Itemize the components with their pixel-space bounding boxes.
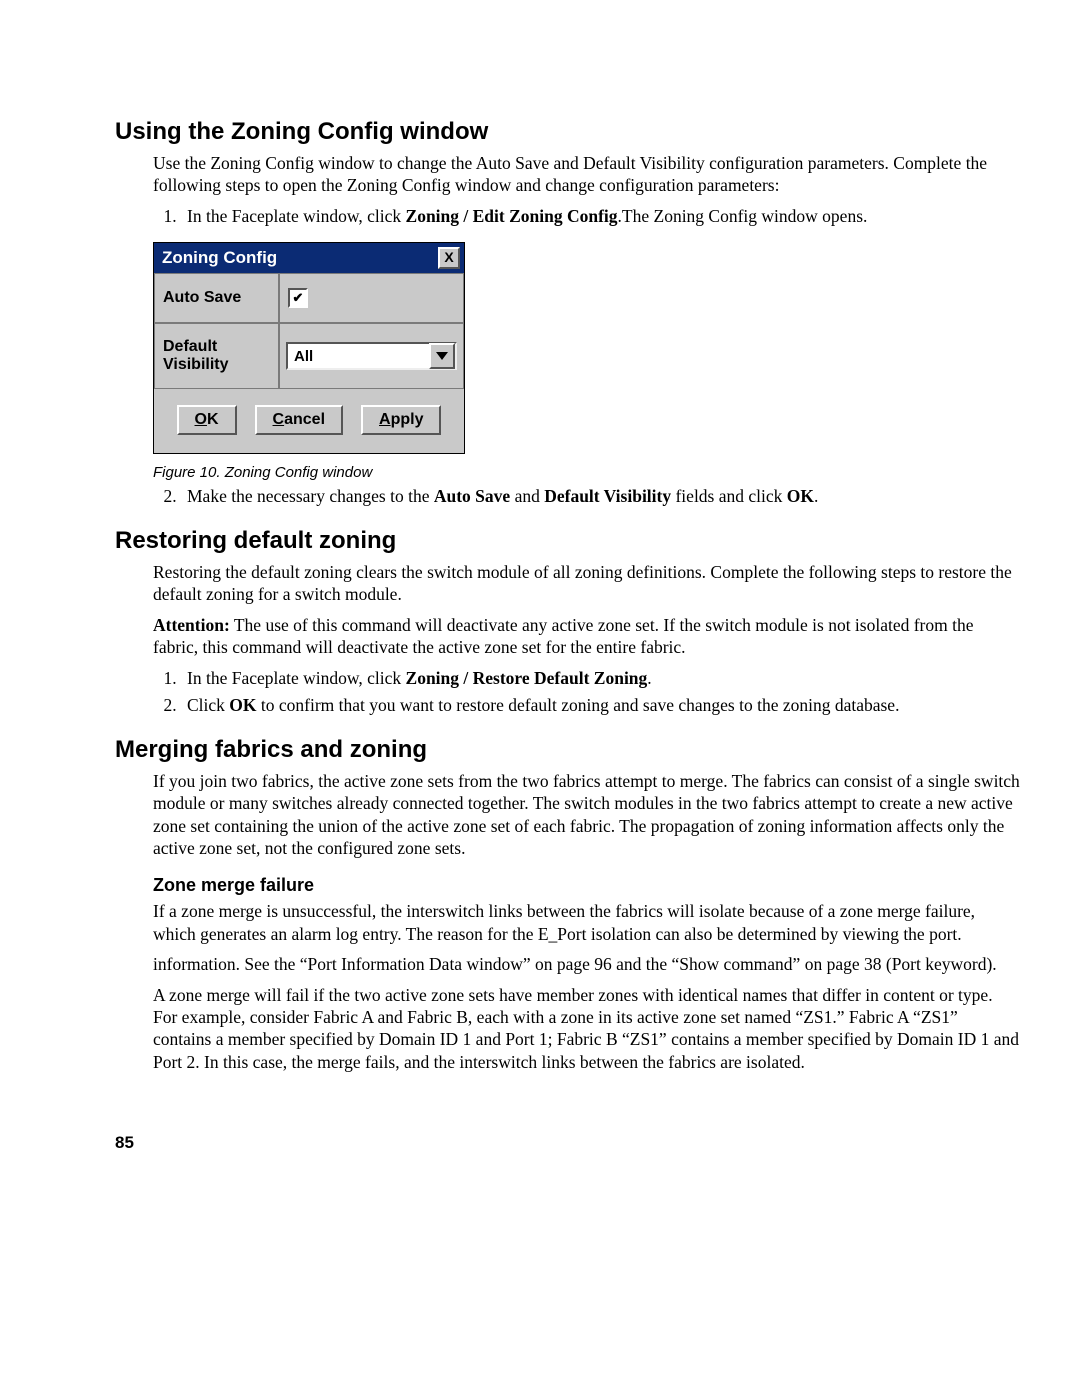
restore-step-2b: OK <box>229 695 256 715</box>
default-visibility-value: All <box>294 348 313 365</box>
dialog-grid: Auto Save ✔ Default Visibility All <box>154 273 464 389</box>
steps-open-zoning-config: In the Faceplate window, click Zoning / … <box>153 205 1020 229</box>
heading-restoring-default-zoning: Restoring default zoning <box>115 527 1020 555</box>
heading-using-zoning-config: Using the Zoning Config window <box>115 118 1020 146</box>
steps-open-zoning-config-cont: Make the necessary changes to the Auto S… <box>153 485 1020 509</box>
ok-button[interactable]: OK <box>177 405 237 435</box>
figure-caption-10: Figure 10. Zoning Config window <box>153 464 1020 481</box>
chevron-down-icon[interactable] <box>429 343 455 369</box>
attention-body: The use of this command will deactivate … <box>153 615 974 657</box>
restore-step-2c: to confirm that you want to restore defa… <box>257 695 900 715</box>
apply-rest: pply <box>391 411 424 428</box>
ok-mnemonic: O <box>195 411 207 428</box>
step-2-ok: OK <box>787 486 814 506</box>
step-2-text-e: fields and click <box>671 486 787 506</box>
restore-step-2a: Click <box>187 695 229 715</box>
restore-step-1a: In the Faceplate window, click <box>187 668 406 688</box>
step-1-text-a: In the Faceplate window, click <box>187 206 406 226</box>
cancel-mnemonic: C <box>273 411 285 428</box>
para-merge-fail-3: A zone merge will fail if the two active… <box>153 984 1020 1074</box>
step-2-text-a: Make the necessary changes to the <box>187 486 434 506</box>
restore-step-1: In the Faceplate window, click Zoning / … <box>181 667 1020 691</box>
steps-restore-default: In the Faceplate window, click Zoning / … <box>153 667 1020 718</box>
cancel-button[interactable]: Cancel <box>255 405 343 435</box>
restore-step-1b: Zoning / Restore Default Zoning <box>406 668 648 688</box>
step-1-open-config: In the Faceplate window, click Zoning / … <box>181 205 1020 229</box>
auto-save-checkbox[interactable]: ✔ <box>288 288 308 308</box>
restore-step-1c: . <box>647 668 651 688</box>
default-visibility-select[interactable]: All <box>286 342 457 370</box>
dialog-title: Zoning Config <box>162 248 277 268</box>
default-visibility-cell: All <box>279 323 464 389</box>
subheading-zone-merge-failure: Zone merge failure <box>153 875 1020 896</box>
auto-save-label: Auto Save <box>154 273 279 323</box>
step-1-menu-path: Zoning / Edit Zoning Config <box>406 206 618 226</box>
step-2-text-g: . <box>814 486 818 506</box>
step-2-make-changes: Make the necessary changes to the Auto S… <box>181 485 1020 509</box>
para-merging-intro: If you join two fabrics, the active zone… <box>153 770 1020 860</box>
para-merge-fail-1: If a zone merge is unsuccessful, the int… <box>153 900 1020 945</box>
apply-mnemonic: A <box>379 411 391 428</box>
step-2-autosave: Auto Save <box>434 486 510 506</box>
step-1-text-c: .The Zoning Config window opens. <box>618 206 868 226</box>
cancel-rest: ancel <box>284 411 325 428</box>
dialog-button-row: OK Cancel Apply <box>154 389 464 453</box>
para-merge-fail-2: information. See the “Port Information D… <box>153 953 1020 975</box>
close-icon[interactable]: X <box>438 247 460 269</box>
attention-label: Attention: <box>153 615 230 635</box>
ok-rest: K <box>207 411 219 428</box>
dialog-titlebar: Zoning Config X <box>154 243 464 273</box>
para-attention: Attention: The use of this command will … <box>153 614 1020 659</box>
heading-merging-fabrics: Merging fabrics and zoning <box>115 736 1020 764</box>
restore-step-2: Click OK to confirm that you want to res… <box>181 694 1020 718</box>
page-content: Using the Zoning Config window Use the Z… <box>0 0 1080 1213</box>
step-2-text-c: and <box>510 486 544 506</box>
apply-button[interactable]: Apply <box>361 405 441 435</box>
para-zoning-config-intro: Use the Zoning Config window to change t… <box>153 152 1020 197</box>
auto-save-cell: ✔ <box>279 273 464 323</box>
default-visibility-label: Default Visibility <box>154 323 279 389</box>
page-number: 85 <box>115 1133 1020 1153</box>
para-restore-intro: Restoring the default zoning clears the … <box>153 561 1020 606</box>
zoning-config-dialog: Zoning Config X Auto Save ✔ Default Visi… <box>153 242 465 454</box>
step-2-defvis: Default Visibility <box>544 486 671 506</box>
